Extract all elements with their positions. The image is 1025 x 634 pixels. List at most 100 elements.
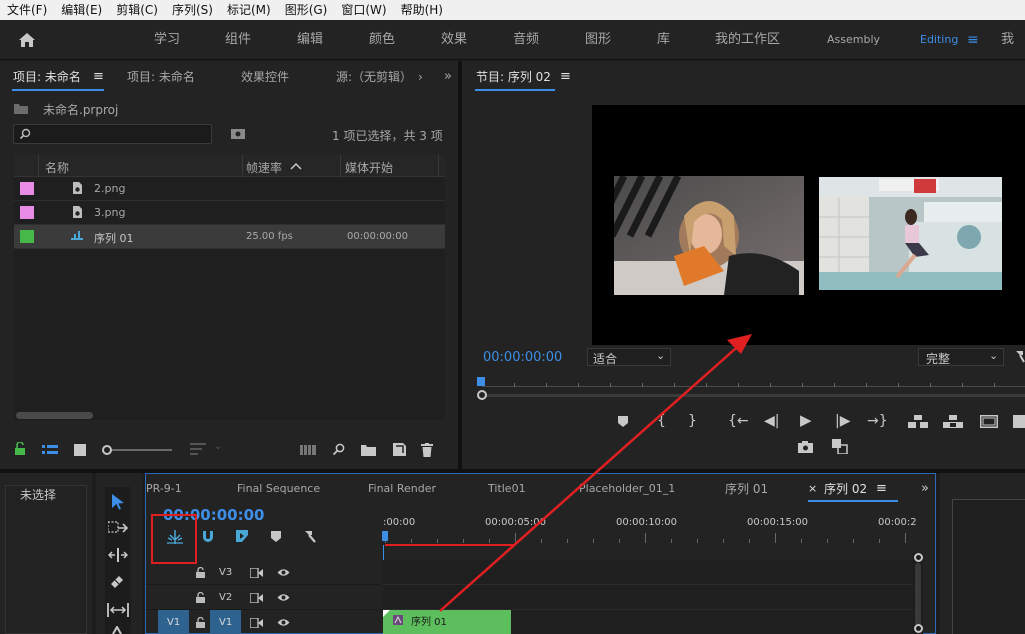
zoom-slider[interactable] (102, 445, 172, 455)
list-item[interactable]: 2.png (14, 177, 445, 201)
vertical-scrollbar[interactable] (913, 553, 923, 634)
program-timecode[interactable]: 00:00:00:00 (483, 350, 562, 365)
tab-final-sequence[interactable]: Final Sequence (237, 476, 320, 502)
workspace-editing-cn[interactable]: 编辑 (297, 20, 323, 60)
timeline-playhead-marker[interactable] (382, 531, 388, 541)
menu-graphics[interactable]: 图形(G) (278, 0, 335, 20)
go-to-in-icon[interactable]: {← (728, 414, 749, 428)
quality-dropdown[interactable]: 完整 ⌄ (918, 348, 1004, 366)
track-target-v1[interactable]: V1 (210, 610, 241, 634)
tab-source[interactable]: 源:（无剪辑） (336, 61, 412, 93)
zoom-scroll-bar[interactable] (482, 394, 1025, 397)
zoom-slider-handle[interactable] (102, 445, 112, 455)
workspace-assembly-cn[interactable]: 组件 (225, 20, 251, 60)
workspace-menu-icon[interactable]: ≡ (967, 20, 979, 60)
lock-track-icon[interactable] (196, 617, 205, 628)
selection-tool-icon[interactable] (111, 493, 125, 510)
export-frame-partial-icon[interactable] (1013, 415, 1025, 428)
workspace-libraries[interactable]: 库 (657, 20, 670, 60)
sort-icons-icon[interactable] (190, 443, 206, 455)
insert-icon[interactable] (908, 415, 928, 428)
lock-track-icon[interactable] (196, 592, 205, 603)
workspace-editing[interactable]: Editing (920, 20, 958, 60)
go-to-out-icon[interactable]: →} (867, 414, 888, 428)
menu-markers[interactable]: 标记(M) (220, 0, 278, 20)
horizontal-scrollbar[interactable] (16, 412, 93, 419)
lock-icon[interactable] (14, 442, 26, 456)
menu-clip[interactable]: 剪辑(C) (109, 0, 165, 20)
expand-panels-icon[interactable]: » (444, 61, 452, 93)
workspace-effects[interactable]: 效果 (441, 20, 467, 60)
lock-track-icon[interactable] (196, 567, 205, 578)
tab-scroll-right-icon[interactable]: › (418, 61, 423, 93)
tab-title01[interactable]: Title01 (488, 476, 526, 502)
toggle-sync-lock-icon[interactable] (250, 618, 263, 628)
mark-out-icon[interactable]: } (688, 414, 697, 428)
workspace-assembly[interactable]: Assembly (827, 20, 880, 60)
home-icon[interactable] (18, 32, 36, 48)
mark-in-icon[interactable]: { (657, 414, 666, 428)
add-marker-icon[interactable] (618, 416, 628, 428)
icon-view-icon[interactable] (74, 444, 86, 456)
overwrite-icon[interactable] (943, 415, 963, 428)
workspace-audio[interactable]: 音频 (513, 20, 539, 60)
step-forward-icon[interactable]: |▶ (835, 414, 850, 428)
eye-icon[interactable] (277, 593, 290, 602)
pen-tool-icon[interactable] (111, 626, 123, 634)
razor-tool-icon[interactable] (109, 574, 125, 590)
program-video-frame[interactable] (592, 105, 1025, 345)
sort-dropdown-icon[interactable]: ⌄ (214, 441, 222, 452)
list-item[interactable]: 3.png (14, 201, 445, 225)
program-time-ruler[interactable] (477, 377, 1025, 400)
eye-icon[interactable] (277, 618, 290, 627)
track-header-v1[interactable]: V1 V1 (146, 610, 381, 634)
new-item-icon[interactable] (393, 443, 406, 456)
menu-help[interactable]: 帮助(H) (394, 0, 450, 20)
toggle-sync-lock-icon[interactable] (250, 568, 263, 578)
toggle-sync-lock-icon[interactable] (250, 593, 263, 603)
panel-menu-icon[interactable]: ≡ (876, 476, 887, 502)
panel-menu-icon[interactable]: ≡ (560, 61, 571, 93)
step-back-icon[interactable]: ◀| (764, 414, 779, 428)
find-icon[interactable] (332, 443, 345, 456)
expand-tabs-icon[interactable]: » (921, 476, 929, 502)
tab-close-icon[interactable]: × (808, 476, 817, 502)
column-media-start[interactable]: 媒体开始 (345, 159, 393, 176)
new-bin-icon[interactable] (361, 444, 376, 456)
list-view-icon[interactable] (42, 444, 58, 456)
trash-icon[interactable] (421, 443, 433, 457)
ripple-edit-tool-icon[interactable] (108, 548, 128, 562)
tab-sequence-01[interactable]: 序列 01 (725, 476, 768, 502)
timeline-ruler[interactable]: :00:00 00:00:05:00 00:00:10:00 00:00:15:… (382, 517, 917, 546)
menu-edit[interactable]: 编辑(E) (54, 0, 109, 20)
menu-window[interactable]: 窗口(W) (334, 0, 393, 20)
compare-view-icon[interactable] (832, 439, 848, 454)
label-color-swatch[interactable] (20, 230, 34, 243)
safe-margins-icon[interactable] (980, 415, 998, 428)
linked-selection-icon[interactable] (235, 529, 249, 543)
snap-magnet-icon[interactable] (201, 529, 215, 543)
slip-tool-icon[interactable] (107, 603, 129, 617)
menu-file[interactable]: 文件(F) (0, 0, 54, 20)
tab-placeholder[interactable]: Placeholder_01_1 (579, 476, 675, 502)
column-name[interactable]: 名称 (45, 159, 69, 176)
work-area-bar[interactable] (385, 544, 515, 546)
add-marker-icon[interactable] (271, 531, 281, 543)
new-search-bin-icon[interactable] (230, 127, 246, 140)
project-search-input[interactable] (13, 124, 212, 144)
settings-wrench-icon[interactable] (1014, 349, 1025, 363)
playhead-marker[interactable] (477, 377, 485, 386)
track-header-v2[interactable]: V2 (146, 585, 381, 610)
workspace-color[interactable]: 颜色 (369, 20, 395, 60)
sort-ascending-icon[interactable] (290, 162, 302, 170)
camera-icon[interactable] (798, 441, 813, 453)
label-color-swatch[interactable] (20, 182, 34, 195)
workspace-my[interactable]: 我的工作区 (715, 20, 780, 60)
play-icon[interactable]: ▶ (800, 413, 812, 428)
fit-dropdown[interactable]: 适合 ⌄ (587, 348, 671, 366)
tab-sequence-02[interactable]: 序列 02 (824, 476, 867, 502)
zoom-handle[interactable] (477, 390, 487, 400)
automate-to-sequence-icon[interactable] (300, 445, 316, 455)
workspace-learn[interactable]: 学习 (154, 20, 180, 60)
menu-sequence[interactable]: 序列(S) (165, 0, 220, 20)
